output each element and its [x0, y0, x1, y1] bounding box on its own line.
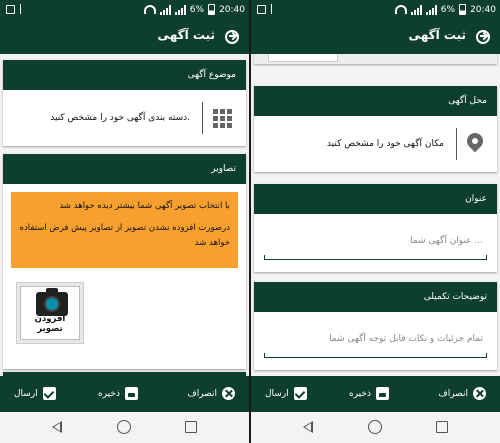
description-header: توضیحات تکمیلی — [254, 282, 497, 312]
nav-home-icon[interactable] — [368, 420, 382, 434]
app-bar: ثبت آگهی — [0, 20, 249, 54]
category-prompt: دسته بندی آگهی خود را مشخص کنید. — [50, 113, 190, 123]
battery-icon — [208, 4, 216, 15]
action-bar: انصراف ذخیره ارسال — [251, 376, 500, 412]
image-notice: با انتخاب تصویر آگهی شما بیشتر دیده خواه… — [11, 192, 238, 268]
battery-icon — [459, 4, 467, 15]
send-button[interactable]: ارسال — [14, 387, 56, 400]
signal-icon — [425, 4, 437, 15]
system-nav-bar — [0, 412, 249, 443]
signal-icon — [410, 4, 422, 15]
location-card: محل آگهی مکان آگهی خود را مشخص کنید — [254, 86, 497, 172]
location-prompt: مکان آگهی خود را مشخص کنید — [326, 139, 444, 149]
wifi-icon — [394, 5, 407, 14]
description-input[interactable]: تمام جزئیات و نکات قابل توجه آگهی شما — [264, 312, 487, 370]
status-bar: 6% 20:40 — [251, 0, 500, 20]
location-header: محل آگهی — [254, 86, 497, 116]
check-icon — [293, 387, 307, 400]
nav-recent-icon[interactable] — [185, 421, 197, 433]
save-label: ذخیره — [98, 388, 120, 399]
category-header: موضوع آگهی — [3, 60, 246, 90]
nav-recent-icon[interactable] — [436, 421, 448, 433]
image-thumb — [268, 54, 338, 62]
title-placeholder: عنوان آگهی شما ... — [410, 236, 483, 246]
cancel-label: انصراف — [438, 388, 468, 399]
system-nav-bar — [251, 412, 500, 443]
title-input[interactable]: عنوان آگهی شما ... — [264, 214, 487, 272]
map-pin-icon — [463, 129, 487, 155]
screen-left: 6% 20:40 ثبت آگهی موضوع آگهی دسته بندی آ… — [0, 0, 249, 443]
description-placeholder: تمام جزئیات و نکات قابل توجه آگهی شما — [329, 334, 483, 344]
image-thumb-remnant — [254, 54, 497, 64]
save-button[interactable]: ذخیره — [98, 387, 138, 400]
grid-icon — [213, 108, 232, 128]
app-bar: ثبت آگهی — [251, 20, 500, 54]
title-header: عنوان — [254, 184, 497, 214]
clock: 20:40 — [219, 4, 245, 15]
screenshot-icon — [6, 4, 15, 14]
category-card: موضوع آگهی دسته بندی آگهی خود را مشخص کن… — [3, 60, 246, 146]
screen-right: 6% 20:40 ثبت آگهی محل آگهی مکان آگهی خود… — [251, 0, 500, 443]
clock: 20:40 — [470, 4, 496, 15]
save-icon — [124, 387, 138, 400]
cancel-button[interactable]: انصراف — [438, 387, 486, 400]
page-title: ثبت آگهی — [157, 28, 215, 42]
title-underline — [264, 255, 487, 260]
add-image-button[interactable]: افزودن تصویر — [16, 282, 84, 344]
camera-icon — [36, 288, 68, 316]
location-picker[interactable]: مکان آگهی خود را مشخص کنید — [254, 116, 497, 172]
battery-percent: 6% — [189, 4, 205, 15]
add-image-tile: افزودن تصویر — [20, 286, 80, 340]
nav-back-icon[interactable] — [52, 421, 62, 433]
description-underline — [264, 353, 487, 358]
save-button[interactable]: ذخیره — [349, 387, 389, 400]
divider — [202, 102, 203, 134]
description-card: توضیحات تکمیلی تمام جزئیات و نکات قابل ت… — [254, 282, 497, 370]
check-icon — [42, 387, 56, 400]
divider — [456, 128, 457, 160]
cancel-label: انصراف — [187, 388, 217, 399]
send-button[interactable]: ارسال — [265, 387, 307, 400]
back-arrow-icon[interactable] — [476, 30, 490, 44]
screenshot-icon — [257, 4, 266, 14]
send-label: ارسال — [265, 388, 289, 399]
send-label: ارسال — [14, 388, 38, 399]
action-bar: انصراف ذخیره ارسال — [0, 376, 249, 412]
screens: 6% 20:40 ثبت آگهی موضوع آگهی دسته بندی آ… — [0, 0, 500, 443]
status-bar: 6% 20:40 — [0, 0, 249, 20]
usb-icon — [20, 4, 26, 14]
save-icon — [375, 387, 389, 400]
notice-line-1: با انتخاب تصویر آگهی شما بیشتر دیده خواه… — [59, 201, 230, 211]
save-label: ذخیره — [349, 388, 371, 399]
images-header: تصاویر — [3, 154, 246, 184]
form-content: محل آگهی مکان آگهی خود را مشخص کنید عنوا… — [251, 54, 500, 376]
add-image-label: افزودن تصویر — [34, 314, 66, 334]
battery-percent: 6% — [440, 4, 456, 15]
cancel-button[interactable]: انصراف — [187, 387, 235, 400]
nav-home-icon[interactable] — [117, 420, 131, 434]
images-card: تصاویر با انتخاب تصویر آگهی شما بیشتر دی… — [3, 154, 246, 369]
nav-back-icon[interactable] — [303, 421, 313, 433]
close-icon — [222, 387, 235, 400]
usb-icon — [271, 4, 277, 14]
close-icon — [473, 387, 486, 400]
title-card: عنوان عنوان آگهی شما ... — [254, 184, 497, 272]
signal-icon — [159, 4, 171, 15]
category-picker[interactable]: دسته بندی آگهی خود را مشخص کنید. — [3, 90, 246, 146]
signal-icon — [174, 4, 186, 15]
back-arrow-icon[interactable] — [225, 30, 239, 44]
notice-line-2: درصورت افزوده نشدن تصویر از تصاویر پیش ف… — [19, 222, 230, 248]
page-title: ثبت آگهی — [408, 28, 466, 42]
form-content: موضوع آگهی دسته بندی آگهی خود را مشخص کن… — [0, 54, 249, 376]
wifi-icon — [143, 5, 156, 14]
